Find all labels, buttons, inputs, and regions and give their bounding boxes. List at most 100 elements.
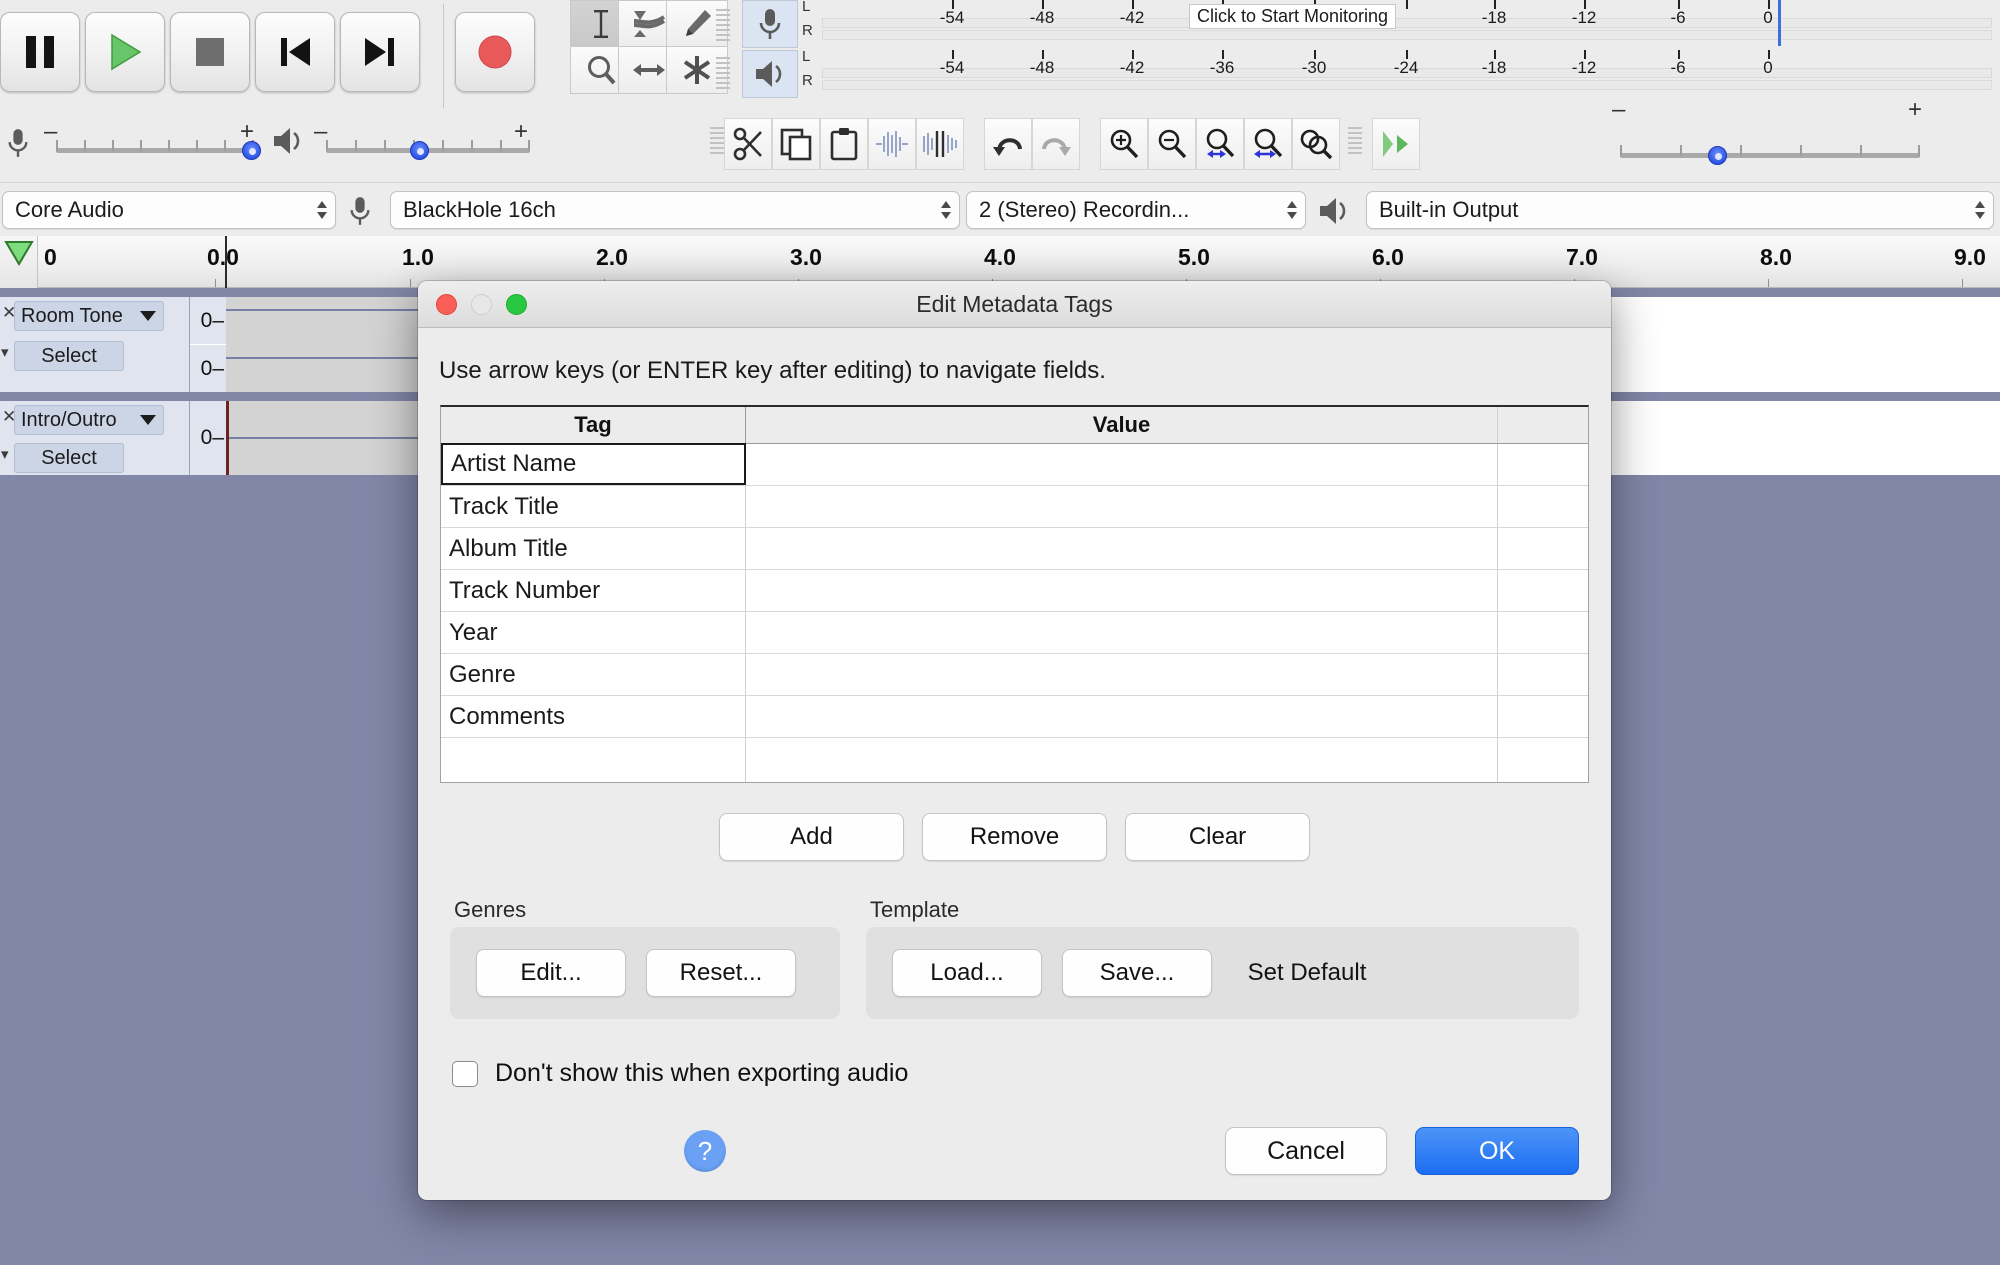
double-arrow-icon <box>633 64 665 76</box>
collapse-chevron-icon[interactable]: ▾ <box>1 445 9 463</box>
tools-grip[interactable] <box>716 6 730 44</box>
copy-button[interactable] <box>772 118 820 170</box>
trim-audio-button[interactable] <box>868 118 916 170</box>
speed-plus-label: + <box>1908 96 1923 123</box>
table-row[interactable]: Genre <box>441 654 1588 696</box>
redo-arrow-icon <box>1042 138 1071 156</box>
playback-volume-slider[interactable] <box>326 140 530 160</box>
play-speed-slider[interactable] <box>1620 145 1920 165</box>
add-tag-button[interactable]: Add <box>719 813 904 861</box>
tag-name-cell[interactable]: Comments <box>441 696 746 737</box>
fit-selection-button[interactable] <box>1196 118 1244 170</box>
dont-show-checkbox[interactable] <box>452 1060 478 1087</box>
tag-value-cell[interactable] <box>746 486 1498 527</box>
paste-button[interactable] <box>820 118 868 170</box>
play-speed-grip[interactable] <box>1348 124 1362 157</box>
table-row[interactable]: Album Title <box>441 528 1588 570</box>
remove-tag-button[interactable]: Remove <box>922 813 1107 861</box>
zoom-in-button[interactable] <box>1100 118 1148 170</box>
redo-button[interactable] <box>1032 118 1080 170</box>
tag-value-cell[interactable] <box>746 696 1498 737</box>
zoom-out-button[interactable] <box>1148 118 1196 170</box>
audio-host-select[interactable]: Core Audio <box>2 191 336 229</box>
tag-name-cell[interactable]: Album Title <box>441 528 746 569</box>
tag-name-cell[interactable]: Year <box>441 612 746 653</box>
table-row-empty[interactable] <box>441 738 1588 782</box>
tag-value-cell[interactable] <box>746 570 1498 611</box>
recording-device-select[interactable]: BlackHole 16ch <box>390 191 960 229</box>
column-header-value: Value <box>746 407 1498 443</box>
play-at-speed-button[interactable] <box>1372 118 1420 170</box>
ruler-label: 2.0 <box>596 244 628 270</box>
table-row[interactable]: Artist Name <box>441 443 1588 486</box>
maximize-window-button[interactable] <box>506 293 527 315</box>
silence-audio-button[interactable] <box>916 118 964 170</box>
play-speed-thumb[interactable] <box>1708 146 1727 165</box>
chevron-down-icon <box>140 311 156 321</box>
template-load-button[interactable]: Load... <box>892 949 1042 997</box>
fit-project-button[interactable] <box>1244 118 1292 170</box>
table-row[interactable]: Track Title <box>441 486 1588 528</box>
genres-reset-button[interactable]: Reset... <box>646 949 796 997</box>
ok-button[interactable]: OK <box>1415 1127 1579 1175</box>
tag-value-cell[interactable] <box>746 444 1498 485</box>
pinned-play-head-button[interactable] <box>0 236 38 288</box>
close-window-button[interactable] <box>436 293 457 315</box>
track-name-dropdown[interactable]: Room Tone <box>14 301 164 331</box>
record-button[interactable] <box>455 12 535 92</box>
record-volume-thumb[interactable] <box>242 141 261 160</box>
tag-value-cell[interactable] <box>746 654 1498 695</box>
pinned-play-head-icon <box>3 241 34 266</box>
track-name-dropdown[interactable]: Intro/Outro <box>14 405 164 435</box>
skip-to-end-button[interactable] <box>340 12 420 92</box>
table-row[interactable]: Track Number <box>441 570 1588 612</box>
record-volume-slider[interactable] <box>56 140 261 160</box>
track-select-label: Select <box>41 344 97 367</box>
track-control-panel[interactable]: ✕ Intro/Outro ▾ Select <box>0 401 190 475</box>
cancel-button[interactable]: Cancel <box>1225 1127 1387 1175</box>
meter-grip[interactable] <box>716 54 730 92</box>
cut-button[interactable] <box>724 118 772 170</box>
dont-show-checkbox-row[interactable]: Don't show this when exporting audio <box>452 1059 1597 1088</box>
help-button[interactable]: ? <box>684 1130 726 1172</box>
tag-name-cell[interactable]: Track Title <box>441 486 746 527</box>
undo-button[interactable] <box>984 118 1032 170</box>
table-row[interactable]: Comments <box>441 696 1588 738</box>
dialog-titlebar[interactable]: Edit Metadata Tags <box>418 281 1611 328</box>
track-control-panel[interactable]: ✕ Room Tone ▾ Select <box>0 297 190 392</box>
ruler-label: 3.0 <box>790 244 822 270</box>
track-select-button[interactable]: Select <box>14 341 124 371</box>
track-name-label: Intro/Outro <box>21 408 117 431</box>
minimize-window-button[interactable] <box>471 293 492 315</box>
tag-name-cell[interactable]: Track Number <box>441 570 746 611</box>
asterisk-icon <box>683 56 711 84</box>
tag-value-cell[interactable] <box>746 528 1498 569</box>
device-toolbar: Core Audio BlackHole 16ch 2 (Stereo) Rec… <box>0 182 2000 236</box>
track-select-button[interactable]: Select <box>14 443 124 473</box>
clear-tags-button[interactable]: Clear <box>1125 813 1310 861</box>
tag-name-cell[interactable]: Artist Name <box>441 443 746 485</box>
template-set-default-button[interactable]: Set Default <box>1232 949 1382 997</box>
skip-to-start-button[interactable] <box>255 12 335 92</box>
table-row[interactable]: Year <box>441 612 1588 654</box>
stop-button[interactable] <box>170 12 250 92</box>
tag-name-cell[interactable]: Genre <box>441 654 746 695</box>
template-save-button[interactable]: Save... <box>1062 949 1212 997</box>
recording-channels-select[interactable]: 2 (Stereo) Recordin... <box>966 191 1306 229</box>
audacity-window: L R -54 -48 -42 -18 -12 -6 0 Click to St… <box>0 0 2000 1265</box>
playback-device-select[interactable]: Built-in Output <box>1366 191 1994 229</box>
play-button[interactable] <box>85 12 165 92</box>
column-header-spacer <box>1498 407 1588 443</box>
transport-toolbar <box>0 0 556 112</box>
tag-value-cell[interactable] <box>746 612 1498 653</box>
playback-volume-thumb[interactable] <box>410 141 429 160</box>
genres-group: Genres Edit... Reset... <box>450 897 840 1019</box>
input-device-icon <box>348 194 372 233</box>
zoom-toggle-button[interactable] <box>1292 118 1340 170</box>
genres-edit-button[interactable]: Edit... <box>476 949 626 997</box>
play-meter-toolbar: L R -54 -48 -42 -36 -30 -24 -18 -12 -6 0 <box>742 48 1992 98</box>
track-vertical-ruler: 0– <box>190 345 226 392</box>
collapse-chevron-icon[interactable]: ▾ <box>1 343 9 361</box>
pause-button[interactable] <box>0 12 80 92</box>
speaker-icon <box>274 128 300 154</box>
